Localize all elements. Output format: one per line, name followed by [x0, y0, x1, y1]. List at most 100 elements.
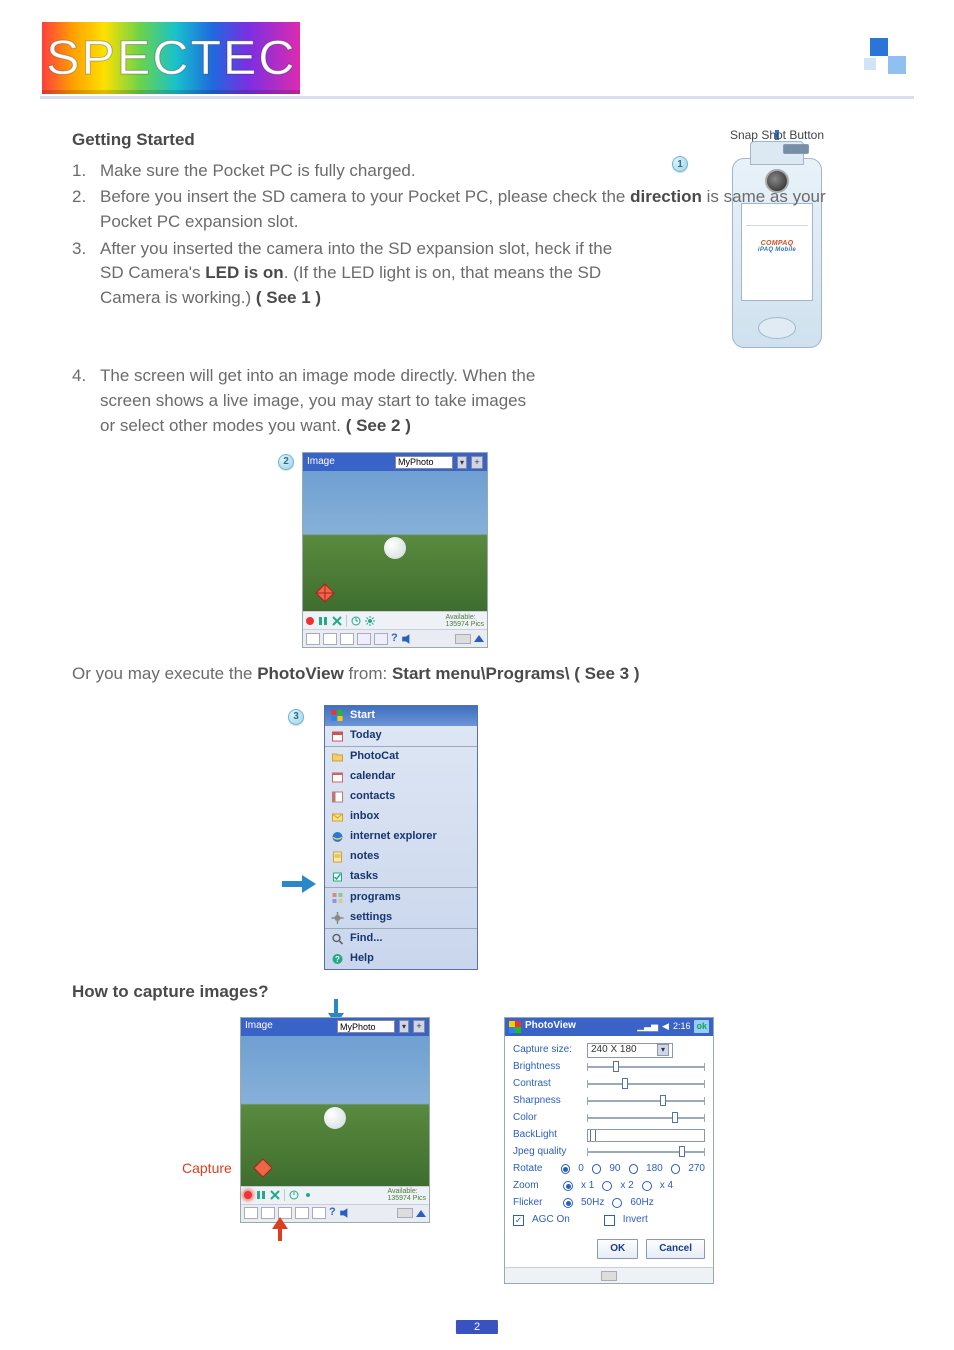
inbox-icon	[331, 811, 344, 823]
zoom-x1-radio[interactable]	[563, 1181, 573, 1191]
timer-icon[interactable]	[289, 1190, 299, 1200]
speaker-icon[interactable]	[401, 633, 413, 645]
add-button[interactable]: +	[413, 1020, 425, 1033]
capture-window-figure: Image ▾ +	[240, 1017, 460, 1223]
rotate-90-radio[interactable]	[592, 1164, 602, 1174]
folder-select[interactable]	[395, 456, 453, 469]
speaker-icon[interactable]	[339, 1207, 351, 1219]
contrast-slider[interactable]	[587, 1083, 705, 1085]
add-button[interactable]: +	[471, 456, 483, 469]
ok-button[interactable]: OK	[597, 1239, 638, 1260]
help-icon[interactable]: ?	[391, 631, 398, 647]
settings-icon	[331, 912, 344, 924]
taskbar-icon[interactable]	[295, 1207, 309, 1219]
brand-logo-text: SPECTEC	[46, 31, 296, 86]
menu-item-today[interactable]: Today	[325, 726, 477, 746]
keyboard-icon[interactable]	[601, 1271, 617, 1281]
start-menu: Start Today PhotoCat calendar	[324, 705, 478, 970]
zoom-label: Zoom	[513, 1179, 555, 1194]
keyboard-icon[interactable]	[455, 634, 471, 644]
signal-icon: ▁▃▅	[637, 1020, 658, 1033]
rotate-180-radio[interactable]	[629, 1164, 639, 1174]
help-icon: ?	[331, 953, 344, 965]
settings-icon[interactable]	[365, 616, 375, 626]
backlight-slider[interactable]	[587, 1129, 705, 1142]
color-slider[interactable]	[587, 1117, 705, 1119]
ok-badge[interactable]: ok	[694, 1020, 709, 1033]
find-icon	[331, 933, 344, 945]
volume-icon: ◀	[662, 1020, 669, 1033]
sharpness-label: Sharpness	[513, 1094, 581, 1109]
menu-label: internet explorer	[350, 829, 437, 845]
folder-dropdown-icon[interactable]: ▾	[457, 456, 467, 469]
menu-label: settings	[350, 910, 392, 926]
figure-3: 3 Start Today	[288, 705, 882, 970]
tasks-icon	[331, 871, 344, 883]
capture-size-select[interactable]: 240 X 180 ▾	[587, 1043, 673, 1058]
color-label: Color	[513, 1111, 581, 1126]
record-icon[interactable]	[244, 1191, 252, 1199]
callout-badge-2: 2	[278, 454, 294, 470]
keyboard-icon[interactable]	[397, 1208, 413, 1218]
settings-taskbar	[505, 1267, 713, 1283]
settings-icon[interactable]	[303, 1190, 313, 1200]
close-icon[interactable]	[270, 1190, 280, 1200]
menu-item-calendar[interactable]: calendar	[325, 767, 477, 787]
folder-select[interactable]	[337, 1020, 395, 1033]
taskbar-icon[interactable]	[312, 1207, 326, 1219]
menu-label: inbox	[350, 809, 379, 825]
help-icon[interactable]: ?	[329, 1205, 336, 1221]
menu-up-icon[interactable]	[474, 635, 484, 642]
menu-item-photocat[interactable]: PhotoCat	[325, 747, 477, 767]
step-number: 1.	[72, 159, 94, 184]
folder-dropdown-icon[interactable]: ▾	[399, 1020, 409, 1033]
capture-size-value: 240 X 180	[591, 1043, 637, 1058]
menu-item-notes[interactable]: notes	[325, 847, 477, 867]
zoom-x4-radio[interactable]	[642, 1181, 652, 1191]
menu-up-icon[interactable]	[416, 1210, 426, 1217]
taskbar-icon[interactable]	[244, 1207, 258, 1219]
jpeg-slider[interactable]	[587, 1151, 705, 1153]
menu-item-contacts[interactable]: contacts	[325, 787, 477, 807]
menu-item-tasks[interactable]: tasks	[325, 867, 477, 887]
menu-label: PhotoCat	[350, 749, 399, 765]
menu-item-inbox[interactable]: inbox	[325, 807, 477, 827]
timer-icon[interactable]	[351, 616, 361, 626]
agc-checkbox[interactable]: ✓	[513, 1215, 524, 1226]
jpeg-label: Jpeg quality	[513, 1145, 581, 1160]
record-icon[interactable]	[306, 617, 314, 625]
rotate-270-radio[interactable]	[671, 1164, 681, 1174]
menu-item-find[interactable]: Find...	[325, 929, 477, 949]
taskbar-icon[interactable]	[323, 633, 337, 645]
menu-item-settings[interactable]: settings	[325, 908, 477, 928]
pause-icon[interactable]	[318, 616, 328, 626]
pause-icon[interactable]	[256, 1190, 266, 1200]
sharpness-slider[interactable]	[587, 1100, 705, 1102]
menu-item-help[interactable]: ? Help	[325, 949, 477, 969]
rotate-0-radio[interactable]	[561, 1164, 571, 1174]
menu-label: Today	[350, 728, 382, 744]
flicker-60-radio[interactable]	[612, 1198, 622, 1208]
menu-label: calendar	[350, 769, 395, 785]
brightness-label: Brightness	[513, 1060, 581, 1075]
contacts-icon	[331, 791, 344, 803]
flicker-50-radio[interactable]	[563, 1198, 573, 1208]
live-preview	[241, 1036, 429, 1186]
taskbar-icon[interactable]	[374, 633, 388, 645]
invert-checkbox[interactable]	[604, 1215, 615, 1226]
zoom-x2-radio[interactable]	[602, 1181, 612, 1191]
header-divider	[40, 96, 914, 99]
rotate-label: Rotate	[513, 1162, 553, 1177]
close-icon[interactable]	[332, 616, 342, 626]
step-text: Make sure the Pocket PC is fully charged…	[100, 159, 882, 184]
capture-label: Capture	[182, 1158, 232, 1178]
brightness-slider[interactable]	[587, 1066, 705, 1068]
menu-item-ie[interactable]: internet explorer	[325, 827, 477, 847]
cancel-button[interactable]: Cancel	[646, 1239, 705, 1260]
taskbar-icon[interactable]	[357, 633, 371, 645]
taskbar-icon[interactable]	[306, 633, 320, 645]
taskbar-icon[interactable]	[340, 633, 354, 645]
start-menu-header[interactable]: Start	[325, 706, 477, 726]
agc-label: AGC On	[532, 1213, 570, 1228]
menu-item-programs[interactable]: programs	[325, 888, 477, 908]
